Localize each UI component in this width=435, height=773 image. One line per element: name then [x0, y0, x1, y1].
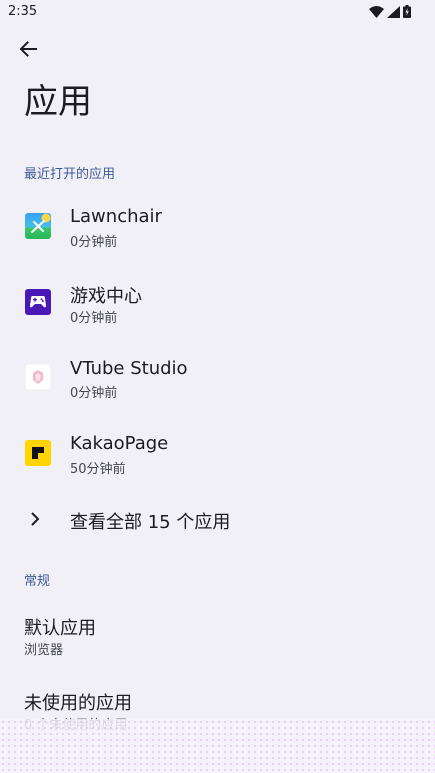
app-row-kakaopage[interactable]: KakaoPage 50分钟前 [0, 415, 435, 491]
signal-icon [387, 3, 400, 22]
page-title: 应用 [24, 82, 92, 122]
status-bar: 2:35 [0, 0, 435, 26]
see-all-apps-label: 查看全部 15 个应用 [70, 512, 231, 533]
battery-icon [403, 3, 411, 22]
app-name: Lawnchair [70, 206, 162, 227]
app-last-used: 0分钟前 [70, 235, 118, 250]
wifi-icon [369, 3, 384, 22]
default-apps-title: 默认应用 [24, 618, 96, 639]
status-time: 2:35 [8, 4, 38, 19]
app-row-lawnchair[interactable]: Lawnchair 0分钟前 [0, 188, 435, 264]
status-icons [369, 3, 411, 22]
app-last-used: 0分钟前 [70, 311, 118, 326]
game-center-icon [25, 289, 51, 315]
app-name: VTube Studio [70, 358, 188, 379]
vtube-studio-icon [24, 363, 52, 391]
app-name: 游戏中心 [70, 286, 142, 307]
general-section-header: 常规 [24, 574, 51, 589]
recent-apps-header: 最近打开的应用 [24, 167, 116, 182]
unused-apps-title: 未使用的应用 [24, 693, 132, 714]
app-last-used: 50分钟前 [70, 462, 126, 477]
app-row-game-center[interactable]: 游戏中心 0分钟前 [0, 264, 435, 340]
app-row-vtube-studio[interactable]: VTube Studio 0分钟前 [0, 340, 435, 416]
app-name: KakaoPage [70, 433, 169, 454]
arrow-back-icon [19, 40, 37, 62]
see-all-apps-button[interactable]: 查看全部 15 个应用 [0, 498, 435, 542]
bottom-overlay [0, 719, 435, 773]
kakaopage-icon [25, 440, 51, 466]
chevron-right-icon [26, 508, 44, 530]
back-button[interactable] [10, 33, 46, 69]
app-last-used: 0分钟前 [70, 386, 118, 401]
default-apps-subtitle: 浏览器 [24, 643, 64, 658]
lawnchair-icon [25, 213, 51, 239]
default-apps-item[interactable]: 默认应用 浏览器 [0, 602, 435, 666]
